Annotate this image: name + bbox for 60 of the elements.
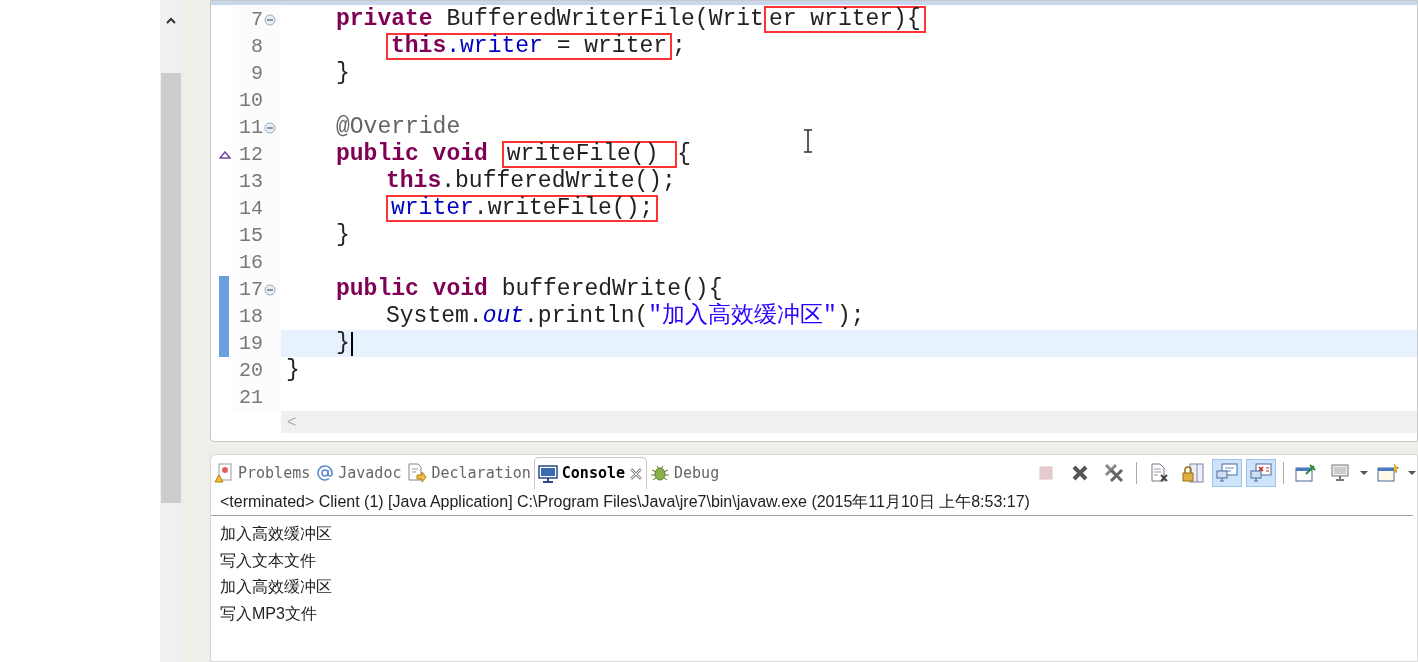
new-window-icon (1377, 463, 1399, 483)
console-output-line: 加入高效缓冲区 (220, 577, 333, 597)
line-number: 10 (238, 87, 263, 114)
console-status: <terminated> Client (1) [Java Application] C:\Program Files\Java\jre7\bin\javaw.exe (2015年11月10日 上午8:53:17) (220, 492, 1030, 512)
toolbar-button[interactable] (1246, 459, 1276, 487)
view-tab[interactable]: Problems (211, 457, 314, 489)
double-close-icon (1104, 463, 1124, 483)
fold-icon[interactable] (264, 13, 276, 26)
line-number: 19 (238, 330, 263, 357)
close-icon (1071, 464, 1089, 482)
console-output-line: 写入MP3文件 (220, 603, 318, 624)
fold-icon[interactable] (264, 121, 276, 134)
bug-icon (650, 463, 671, 483)
vertical-scrollbar[interactable] (160, 0, 182, 662)
line-number: 21 (238, 384, 263, 411)
dropdown-caret-icon[interactable] (1359, 470, 1369, 476)
view-tab[interactable]: Debug (647, 457, 723, 489)
lock-icon (1182, 463, 1204, 483)
monitor-icon (537, 463, 558, 484)
close-icon[interactable] (629, 466, 644, 481)
line-number: 14 (238, 195, 263, 222)
warning-list-icon (214, 463, 234, 483)
text-cursor-icon (803, 129, 813, 153)
document-icon (1149, 463, 1169, 483)
code-line: @Override (336, 114, 461, 141)
code-line: } (336, 222, 350, 249)
line-number: 8 (250, 33, 263, 60)
code-line: public void bufferedWrite(){ (336, 276, 723, 302)
monitor-error-icon (1250, 463, 1272, 483)
document-arrow-icon (407, 463, 428, 483)
line-number: 11 (238, 114, 263, 141)
code-line: this.bufferedWrite(); (386, 168, 676, 195)
code-line: System.out.println("加入高效缓冲区"); (386, 303, 865, 330)
line-number: 15 (238, 222, 263, 249)
fold-icon[interactable] (264, 283, 276, 296)
view-tab[interactable]: Declaration (404, 457, 534, 489)
line-number: 13 (238, 168, 263, 195)
console-output-line: 写入文本文件 (220, 550, 317, 571)
line-number: 7 (250, 6, 263, 33)
view-tab[interactable]: Console (533, 457, 648, 489)
code-line: private BufferedWriterFile(Writ er writer){ (336, 6, 926, 33)
code-line: } (336, 330, 350, 357)
pin-icon (1295, 463, 1317, 483)
at-sign-icon (316, 464, 335, 482)
code-line: public void writeFile() { (336, 141, 692, 168)
dropdown-caret-icon[interactable] (1407, 470, 1417, 476)
line-number: 18 (238, 303, 263, 330)
line-number: 9 (250, 60, 263, 87)
stop-icon (1038, 465, 1054, 481)
monitor-icon (1216, 463, 1238, 483)
code-line: } (336, 60, 350, 87)
line-number: 16 (238, 249, 263, 276)
scroll-up-icon[interactable] (165, 15, 177, 25)
view-tab[interactable]: Javadoc (313, 457, 405, 489)
line-number: 12 (238, 141, 263, 168)
console-output-line: 加入高效缓冲区 (220, 524, 333, 544)
line-number: 20 (238, 357, 263, 384)
code-line: } (286, 357, 300, 384)
monitor-icon (1330, 463, 1350, 483)
line-number: 17 (238, 276, 263, 303)
